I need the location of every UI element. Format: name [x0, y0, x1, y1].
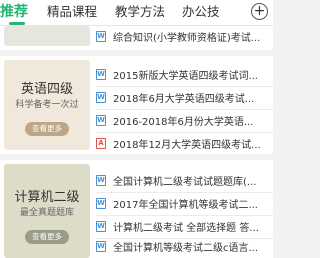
- view-more-button[interactable]: 查看更多: [25, 122, 69, 136]
- doc-item[interactable]: W 全国计算机等级考试二级c语言...: [96, 236, 273, 258]
- doc-title: 2016-2018年6月份大学英语...: [113, 117, 254, 128]
- computer-level2-banner[interactable]: 计算机二级 最全真题题库 查看更多: [4, 164, 90, 258]
- category-tab-bar: 推荐 精品课程 教学方法 办公技 +: [0, 0, 273, 26]
- doc-title: 全国计算机二级考试试题题库(...: [113, 177, 257, 188]
- partial-banner[interactable]: [4, 26, 90, 46]
- word-doc-icon: W: [96, 175, 106, 186]
- banner-subtitle: 科学备考一次过: [15, 100, 79, 110]
- tab-premium-courses[interactable]: 精品课程: [47, 0, 97, 25]
- doc-item[interactable]: W 计算机二级考试 全部选择题 答...: [96, 216, 273, 238]
- doc-title: 2017年全国计算机等级考试二...: [113, 200, 258, 211]
- doc-item[interactable]: W 2017年全国计算机等级考试二...: [96, 193, 273, 215]
- doc-title: 2018年6月大学英语四级考试...: [113, 94, 255, 105]
- banner-title: 英语四级: [20, 82, 73, 97]
- doc-item[interactable]: W 2015新版大学英语四级考试词...: [96, 64, 273, 86]
- word-doc-icon: W: [96, 115, 106, 126]
- doc-title: 全国计算机等级考试二级c语言...: [113, 243, 259, 254]
- doc-title: 2015新版大学英语四级考试词...: [113, 71, 258, 82]
- tab-teaching-methods[interactable]: 教学方法: [115, 0, 165, 25]
- banner-title: 计算机二级: [14, 190, 80, 205]
- english-cet4-banner[interactable]: 英语四级 科学备考一次过 查看更多: [4, 60, 90, 150]
- plus-icon: +: [251, 3, 268, 20]
- word-doc-icon: W: [96, 198, 106, 209]
- doc-item[interactable]: W 综合知识(小学教师资格证)考试...: [96, 26, 273, 48]
- word-doc-icon: W: [96, 31, 106, 42]
- partial-section: W 综合知识(小学教师资格证)考试...: [0, 26, 273, 50]
- section-english-cet4: 英语四级 科学备考一次过 查看更多 W 2015新版大学英语四级考试词... W…: [0, 56, 273, 154]
- doc-title: 综合知识(小学教师资格证)考试...: [113, 33, 261, 44]
- pdf-doc-icon: A: [96, 138, 106, 149]
- doc-title: 2018年12月大学英语四级考试...: [113, 140, 261, 151]
- section-computer-level2: 计算机二级 最全真题题库 查看更多 W 全国计算机二级考试试题题库(... W …: [0, 160, 273, 258]
- doc-item[interactable]: A 2018年12月大学英语四级考试...: [96, 133, 273, 155]
- doc-title: 计算机二级考试 全部选择题 答...: [113, 223, 259, 234]
- word-doc-icon: W: [96, 69, 106, 80]
- word-doc-icon: W: [96, 221, 106, 232]
- banner-subtitle: 最全真题题库: [19, 208, 74, 218]
- view-more-button[interactable]: 查看更多: [25, 230, 69, 244]
- add-category-button[interactable]: +: [247, 0, 273, 25]
- word-doc-icon: W: [96, 241, 106, 252]
- doc-item[interactable]: W 2018年6月大学英语四级考试...: [96, 87, 273, 109]
- tab-office-skills[interactable]: 办公技: [182, 0, 220, 25]
- word-doc-icon: W: [96, 92, 106, 103]
- doc-item[interactable]: W 全国计算机二级考试试题题库(...: [96, 170, 273, 192]
- active-tab-indicator: [9, 22, 25, 25]
- doc-item[interactable]: W 2016-2018年6月份大学英语...: [96, 110, 273, 132]
